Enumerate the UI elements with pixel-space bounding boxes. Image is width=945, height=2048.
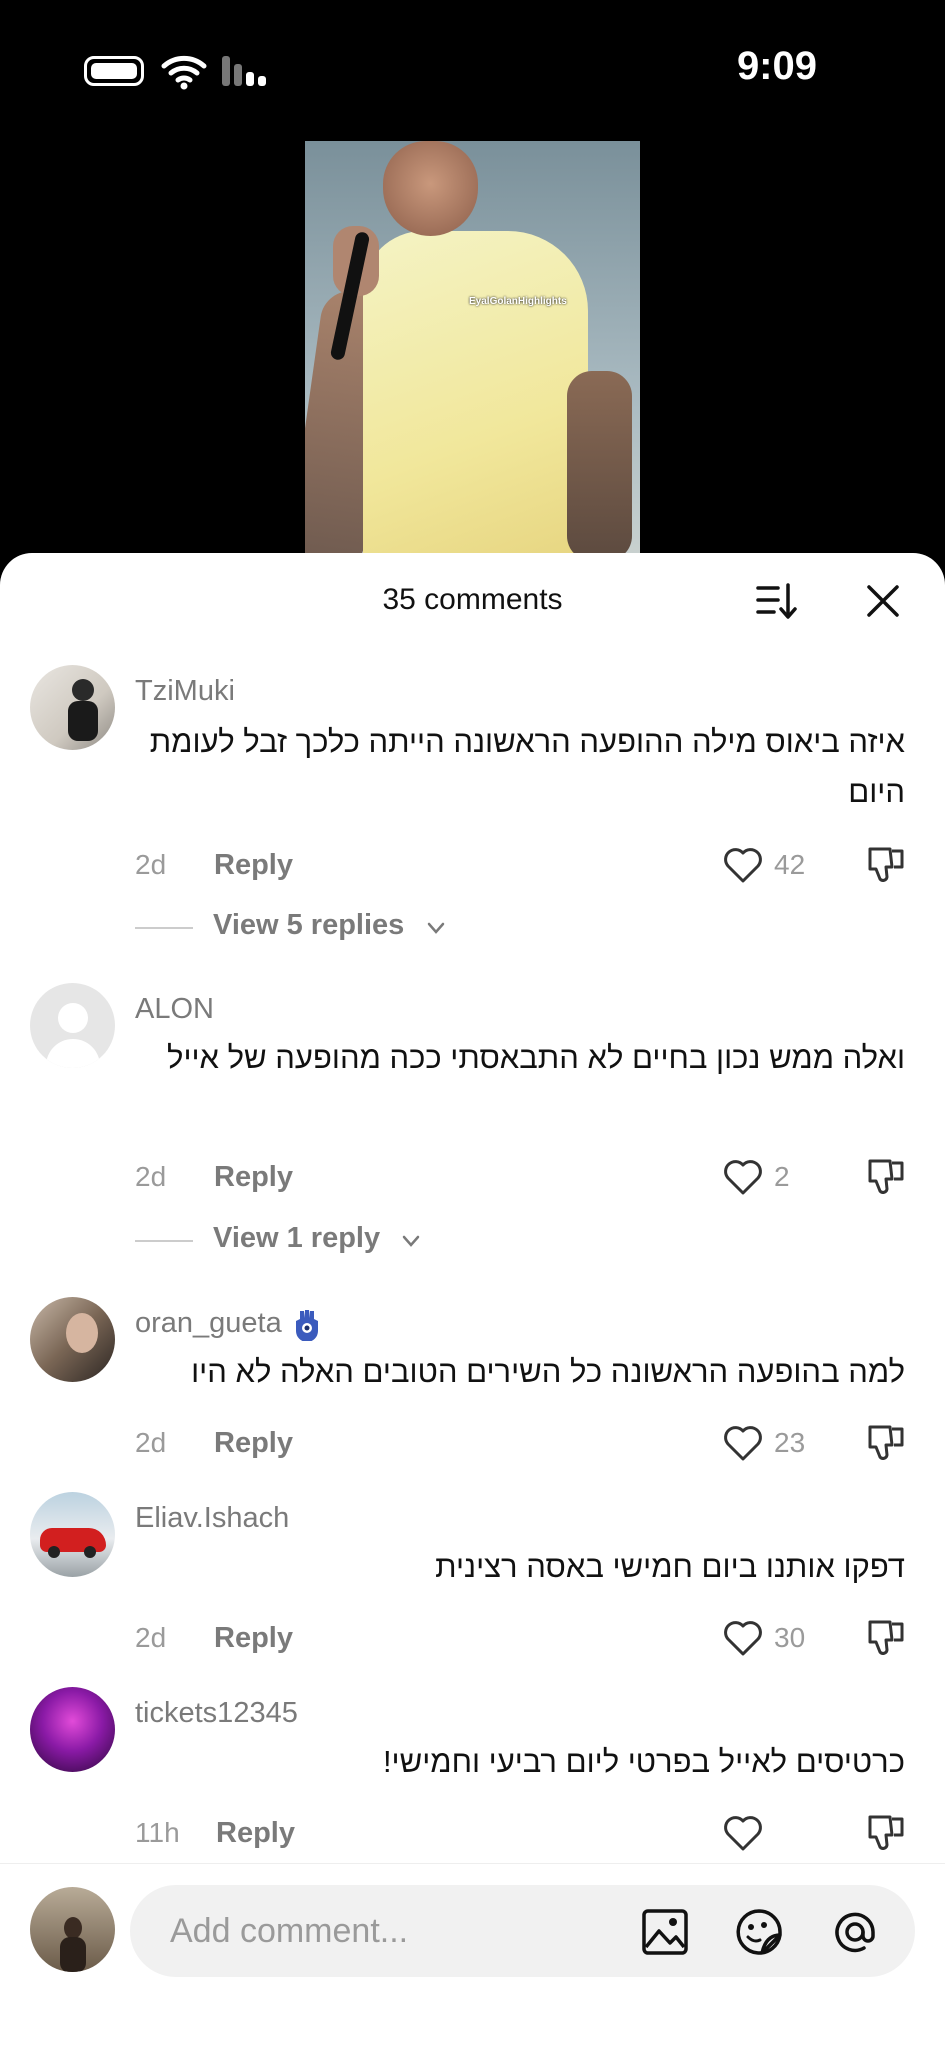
reply-button[interactable]: Reply <box>214 849 293 882</box>
video-player[interactable]: EyalGolanHighlights <box>305 141 640 556</box>
video-figure-body <box>363 231 588 556</box>
comment-username[interactable]: Eliav.Ishach <box>135 1502 289 1535</box>
avatar[interactable] <box>30 665 115 750</box>
comment-username[interactable]: oran_gueta <box>135 1307 324 1343</box>
video-figure-arm <box>567 371 632 556</box>
like-count: 30 <box>774 1622 806 1653</box>
comment-input-bar <box>0 1863 945 2048</box>
comment-time: 2d <box>135 849 167 880</box>
like-count: 42 <box>774 849 806 880</box>
comment-item: ALON ואלה ממש נכון בחיים לא התבאסתי ככה … <box>0 983 945 1263</box>
like-count: 2 <box>774 1161 790 1192</box>
chevron-down-icon <box>427 922 445 934</box>
at-icon[interactable] <box>830 1907 880 1957</box>
video-figure-head <box>383 141 478 236</box>
close-icon[interactable] <box>863 581 903 621</box>
video-watermark: EyalGolanHighlights <box>469 296 567 307</box>
thumbs-down-icon[interactable] <box>866 843 908 885</box>
comment-text: כרטיסים לאייל בפרטי ליום רביעי וחמישי! <box>382 1744 905 1779</box>
battery-icon <box>84 56 144 86</box>
comment-text: איזה ביאוס מילה ההופעה הראשונה הייתה כלכ… <box>149 724 905 809</box>
comment-text: דפקו אותנו ביום חמישי באסה רצינית <box>435 1549 905 1584</box>
reply-button[interactable]: Reply <box>216 1817 295 1850</box>
comment-item: TziMuki איזה ביאוס מילה ההופעה הראשונה ה… <box>0 665 945 945</box>
comments-header: 35 comments <box>0 553 945 643</box>
current-user-avatar[interactable] <box>30 1887 115 1972</box>
comment-item: tickets12345 כרטיסים לאייל בפרטי ליום רב… <box>0 1687 945 1851</box>
comment-username[interactable]: tickets12345 <box>135 1697 298 1730</box>
view-replies-label: View 5 replies <box>213 909 405 941</box>
divider <box>135 927 193 929</box>
comments-count-title: 35 comments <box>382 583 563 616</box>
view-replies-label: View 1 reply <box>213 1222 381 1254</box>
comment-time: 2d <box>135 1622 167 1653</box>
hamsa-icon <box>295 1310 318 1343</box>
wifi-icon <box>161 55 207 90</box>
comment-item: Eliav.Ishach דפקו אותנו ביום חמישי באסה … <box>0 1492 945 1656</box>
thumbs-down-icon[interactable] <box>866 1811 908 1853</box>
comment-time: 2d <box>135 1427 167 1458</box>
image-icon[interactable] <box>640 1907 690 1957</box>
thumbs-down-icon[interactable] <box>866 1155 908 1197</box>
heart-icon[interactable] <box>722 1618 764 1658</box>
comment-input[interactable] <box>170 1885 620 1977</box>
reply-button[interactable]: Reply <box>214 1622 293 1655</box>
avatar[interactable] <box>30 1297 115 1382</box>
comment-username-text: oran_gueta <box>135 1307 282 1339</box>
heart-icon[interactable] <box>722 1813 764 1853</box>
heart-icon[interactable] <box>722 1423 764 1463</box>
comments-sheet: 35 comments TziMuki איזה ביאוס מילה ההופ… <box>0 553 945 2048</box>
avatar[interactable] <box>30 983 115 1068</box>
status-bar: 9:09 <box>0 0 945 140</box>
comment-username[interactable]: TziMuki <box>135 675 235 708</box>
view-replies-button[interactable]: View 5 replies <box>135 907 455 947</box>
comment-text: למה בהופעה הראשונה כל השירים הטובים האלה… <box>191 1354 905 1389</box>
comment-username[interactable]: ALON <box>135 993 214 1026</box>
thumbs-down-icon[interactable] <box>866 1616 908 1658</box>
thumbs-down-icon[interactable] <box>866 1421 908 1463</box>
reply-button[interactable]: Reply <box>214 1161 293 1194</box>
status-time: 9:09 <box>736 44 817 88</box>
sticker-icon[interactable] <box>734 1907 784 1957</box>
sort-icon[interactable] <box>756 581 798 621</box>
avatar[interactable] <box>30 1687 115 1772</box>
comment-text: ואלה ממש נכון בחיים לא התבאסתי ככה מהופע… <box>167 1040 905 1075</box>
avatar[interactable] <box>30 1492 115 1577</box>
heart-icon[interactable] <box>722 845 764 885</box>
divider <box>135 1240 193 1242</box>
comment-time: 2d <box>135 1161 167 1192</box>
view-replies-button[interactable]: View 1 reply <box>135 1220 435 1260</box>
reply-button[interactable]: Reply <box>214 1427 293 1460</box>
signal-icon <box>222 56 272 86</box>
heart-icon[interactable] <box>722 1157 764 1197</box>
comment-time: 11h <box>135 1817 180 1848</box>
comment-input-container <box>130 1885 915 1977</box>
comment-item: oran_gueta למה בהופעה הראשונה כל השירים … <box>0 1297 945 1461</box>
like-count: 23 <box>774 1427 806 1458</box>
chevron-down-icon <box>402 1235 420 1247</box>
